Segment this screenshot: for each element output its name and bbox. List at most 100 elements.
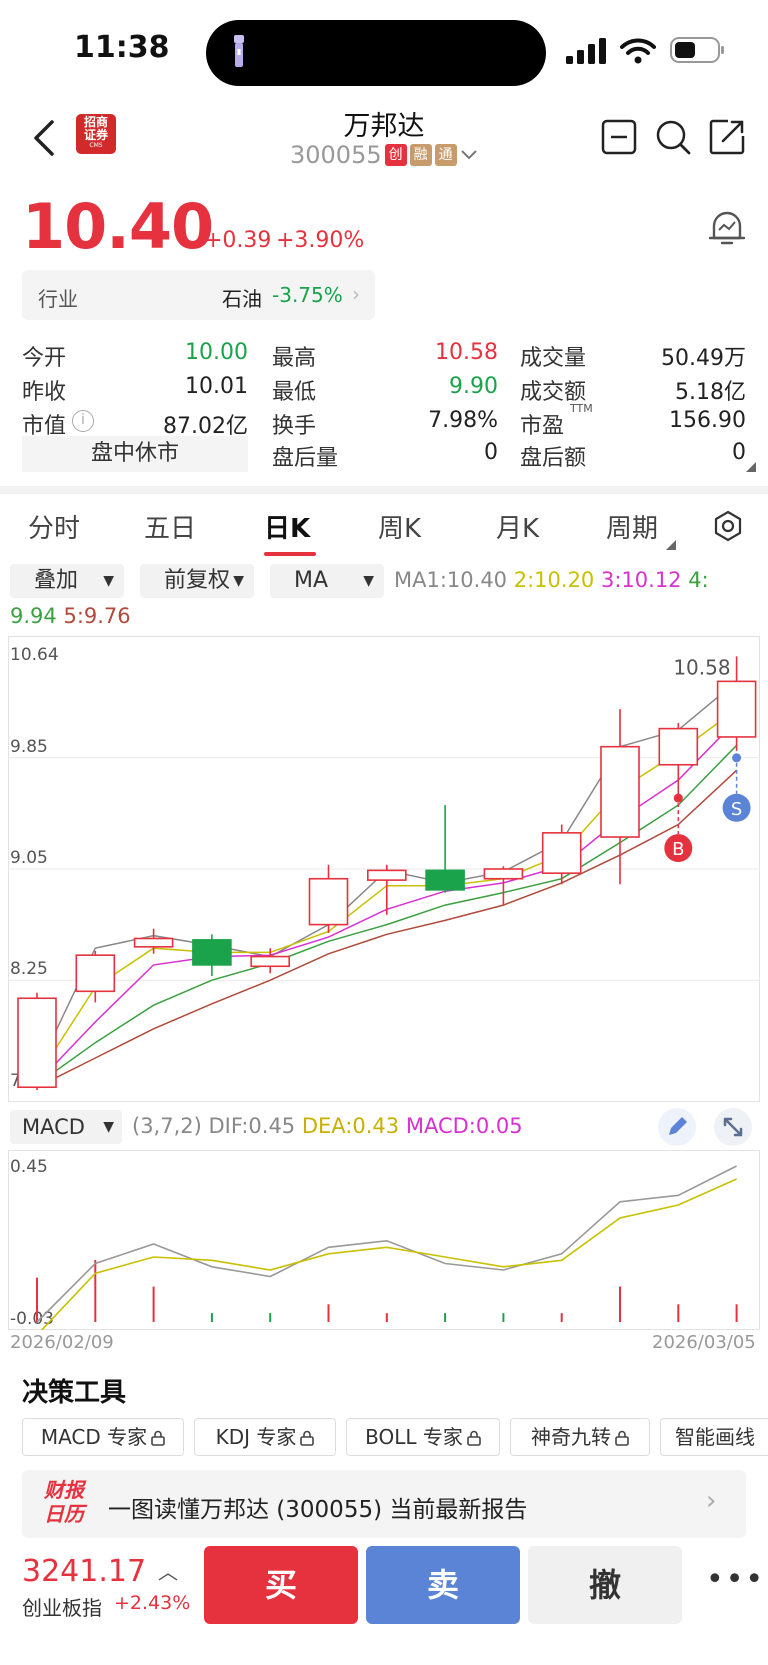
chart-end-date: 2026/03/05 [652, 1332, 756, 1353]
sell-button[interactable]: 卖 [366, 1546, 520, 1624]
index-value[interactable]: 3241.17 [22, 1554, 146, 1589]
chevron-up-icon[interactable]: ︿ [158, 1556, 178, 1585]
candle[interactable] [366, 864, 407, 915]
candle[interactable] [600, 709, 640, 885]
signal-marker-S[interactable]: S [722, 753, 751, 822]
lock-icon [151, 1430, 165, 1446]
quote-value: 156.90 [669, 408, 746, 433]
y-tick-label: 9.85 [10, 737, 48, 757]
tool-pill[interactable]: MACD 专家 [22, 1418, 184, 1456]
period-corner-icon [666, 540, 676, 550]
expand-arrows-icon [723, 1117, 743, 1137]
chevron-right-icon: › [352, 282, 360, 306]
adjust-select[interactable]: 前复权 ▼ [140, 564, 254, 598]
macd-params: (3,7,2) [132, 1114, 202, 1138]
minimize-icon[interactable] [600, 118, 638, 156]
settings-hexagon-icon[interactable] [712, 510, 744, 542]
stock-code-row[interactable]: 300055 创 融 通 [290, 140, 478, 170]
tag-tong: 通 [434, 144, 457, 166]
tool-pill[interactable]: 神奇九转 [510, 1418, 650, 1456]
quote-value: 10.58 [435, 340, 498, 365]
price-change: +0.39 [204, 228, 272, 253]
quote-label: 成交量 [520, 346, 587, 371]
industry-name: 石油 [222, 287, 262, 311]
overlay-select[interactable]: 叠加 ▼ [10, 564, 124, 598]
price-change-pct: +3.90% [276, 228, 365, 253]
pencil-icon [669, 1117, 687, 1135]
candle[interactable] [425, 805, 465, 893]
share-icon[interactable] [708, 118, 746, 156]
y-tick-label: 8.25 [10, 959, 48, 979]
macd-frame [8, 1150, 760, 1330]
tools-title: 决策工具 [22, 1378, 127, 1408]
after-volume-label: 盘后量 [272, 446, 339, 471]
tab-2[interactable]: 日K [264, 508, 310, 545]
ma-values-line2: 9.94 5:9.76 [10, 604, 131, 628]
quote-value: 10.00 [185, 340, 248, 365]
status-time: 11:38 [74, 30, 170, 65]
candle[interactable] [658, 723, 699, 799]
tab-4[interactable]: 月K [496, 508, 539, 545]
candle[interactable] [75, 951, 116, 1003]
macd-select[interactable]: MACD ▼ [10, 1110, 122, 1144]
ma4-value: 9.94 [10, 604, 57, 628]
tool-pill-label: 智能画线 [675, 1425, 755, 1449]
candle[interactable] [541, 824, 582, 885]
dif-line [36, 1165, 737, 1323]
overlay-select-label: 叠加 [34, 568, 79, 593]
signal-marker-B[interactable]: B [664, 793, 693, 863]
index-name: 创业板指 [22, 1596, 102, 1620]
wifi-icon [620, 38, 656, 64]
industry-label: 行业 [38, 287, 78, 311]
price-alert-bell-icon[interactable] [708, 208, 746, 248]
index-change: +2.43% [114, 1592, 191, 1614]
candle[interactable] [133, 928, 174, 954]
chevron-down-icon [460, 150, 477, 160]
tool-pill-label: 神奇九转 [531, 1425, 611, 1449]
candlestick-chart[interactable]: 10.649.859.058.257.4610.58BS [8, 636, 760, 1102]
tab-3[interactable]: 周K [378, 508, 421, 545]
industry-row[interactable]: 行业 石油 -3.75% › [22, 270, 375, 320]
stock-code: 300055 [290, 141, 382, 169]
caret-down-icon: ▼ [233, 573, 244, 589]
more-options-icon[interactable]: ••• [706, 1562, 765, 1597]
candle[interactable] [192, 934, 232, 977]
lock-icon [615, 1430, 629, 1446]
draw-pencil-button[interactable] [658, 1108, 696, 1146]
after-amount-label: 盘后额 [520, 446, 587, 471]
indicator-select[interactable]: MA ▼ [270, 564, 384, 598]
svg-text:S: S [731, 799, 742, 820]
ma3-value: 3:10.12 [600, 568, 682, 592]
fullscreen-button[interactable] [714, 1108, 752, 1146]
quote-label: 今开 [22, 346, 67, 371]
candle[interactable] [308, 864, 349, 933]
cancel-order-button[interactable]: 撤 [528, 1546, 682, 1624]
tool-pill-label: KDJ 专家 [215, 1425, 297, 1449]
macd-dea: DEA:0.43 [301, 1114, 400, 1138]
macd-chart[interactable]: 0.45-0.03 [8, 1150, 760, 1330]
tab-5[interactable]: 周期 [606, 508, 658, 545]
search-icon[interactable] [654, 118, 692, 156]
battery-icon [670, 37, 724, 63]
after-volume-value: 0 [484, 440, 498, 465]
candle[interactable] [17, 992, 57, 1090]
info-icon[interactable]: i [72, 410, 94, 432]
tab-0[interactable]: 分时 [28, 508, 80, 545]
buy-button[interactable]: 买 [204, 1546, 358, 1624]
tool-pill[interactable]: BOLL 专家 [346, 1418, 500, 1456]
ma2-value: 2:10.20 [513, 568, 595, 592]
section-divider [0, 486, 768, 494]
lock-icon [300, 1430, 315, 1446]
quote-value: 10.01 [185, 374, 248, 399]
report-banner[interactable]: 财报 日历 一图读懂万邦达 (300055) 当前最新报告 › [22, 1470, 746, 1538]
quote-value: 5.18亿 [675, 380, 746, 405]
tool-pill[interactable]: KDJ 专家 [194, 1418, 336, 1456]
tool-pill[interactable]: 智能画线 [660, 1418, 768, 1456]
caret-down-icon: ▼ [103, 573, 114, 589]
caret-down-icon: ▼ [363, 573, 374, 589]
after-amount-value: 0 [732, 440, 746, 465]
expand-corner-icon[interactable] [746, 462, 756, 472]
tab-1[interactable]: 五日 [144, 508, 196, 545]
quote-label: 换手 [272, 414, 317, 439]
caret-down-icon: ▼ [103, 1119, 114, 1135]
